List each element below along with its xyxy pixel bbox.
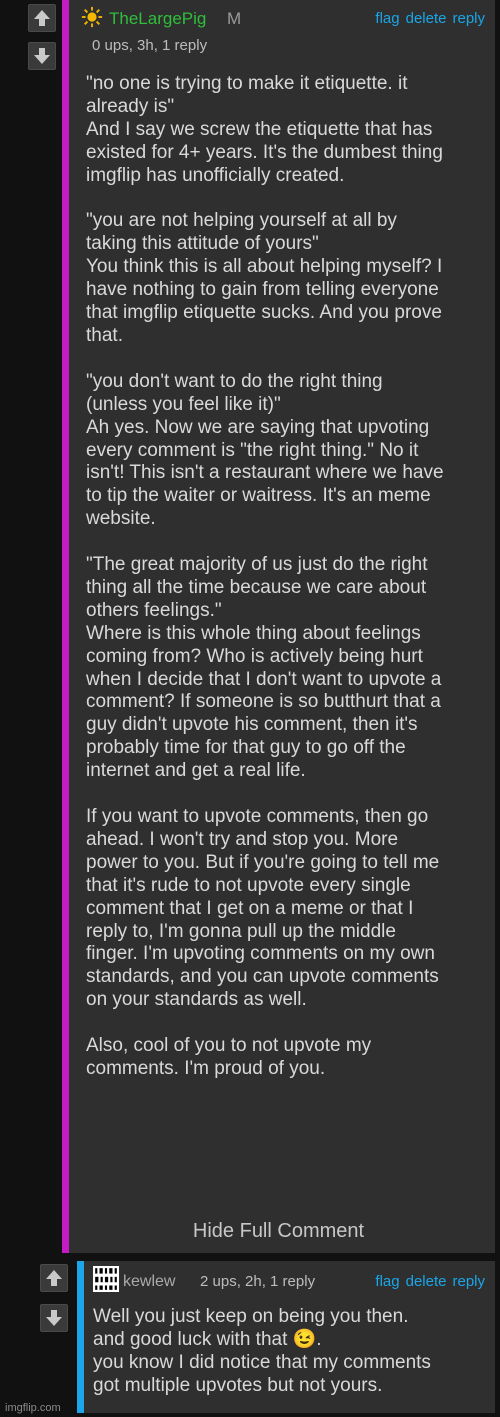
comment-thelargepig: TheLargePig M 0 ups, 3h, 1 reply flag del… [62, 0, 495, 1253]
upvote-button[interactable] [28, 4, 56, 32]
mod-badge: M [227, 9, 242, 28]
comment-accent-bar [77, 1261, 84, 1413]
comment-kewlew: kewlew 2 ups, 2h, 1 reply flag delete repl… [77, 1261, 495, 1413]
comment-meta: 2 ups, 2h, 1 reply [200, 1273, 316, 1290]
upvote-icon [46, 1270, 62, 1286]
delete-link[interactable]: delete [406, 1273, 447, 1290]
comment-accent-bar [62, 0, 69, 1253]
reply-link[interactable]: reply [452, 1273, 485, 1290]
flag-link[interactable]: flag [375, 10, 399, 27]
hide-full-comment-link[interactable]: Hide Full Comment [62, 1220, 495, 1243]
comment-actions: flag delete reply [369, 1273, 485, 1290]
binary-avatar-icon [93, 1266, 119, 1292]
comment-username[interactable]: TheLargePig [109, 9, 206, 29]
reply-link[interactable]: reply [452, 10, 485, 27]
downvote-button[interactable] [40, 1304, 68, 1332]
comment-body: Well you just keep on being you then. an… [93, 1306, 431, 1396]
comment-body: "no one is trying to make it etiquette. … [86, 73, 444, 1079]
comment-actions: flag delete reply [369, 10, 485, 27]
sun-avatar-icon [81, 6, 103, 28]
delete-link[interactable]: delete [406, 10, 447, 27]
downvote-icon [34, 48, 50, 64]
comment-meta: 0 ups, 3h, 1 reply [92, 37, 208, 54]
downvote-button[interactable] [28, 42, 56, 70]
flag-link[interactable]: flag [375, 1273, 399, 1290]
comment-username[interactable]: kewlew [123, 1273, 175, 1291]
upvote-icon [34, 10, 50, 26]
imgflip-watermark: imgflip.com [5, 1402, 61, 1414]
upvote-button[interactable] [40, 1264, 68, 1292]
downvote-icon [46, 1310, 62, 1326]
